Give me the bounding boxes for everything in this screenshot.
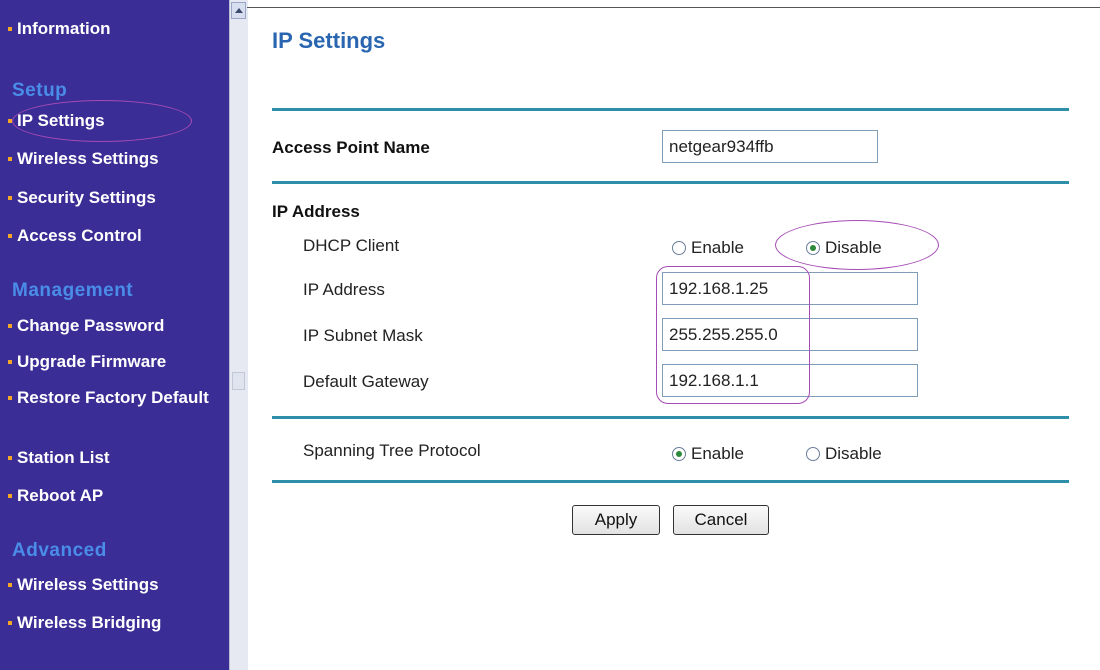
sidebar-item-label: Change Password — [17, 316, 165, 335]
divider — [272, 480, 1069, 483]
radio-label: Enable — [691, 238, 744, 257]
radio-label: Enable — [691, 444, 744, 463]
radio-checked-icon — [806, 241, 820, 255]
subnet-mask-label: IP Subnet Mask — [303, 326, 423, 345]
default-gateway-input[interactable] — [662, 364, 918, 397]
radio-label: Disable — [825, 444, 882, 463]
sidebar-item-label: Access Control — [17, 226, 142, 245]
access-point-name-input[interactable] — [662, 130, 878, 163]
sidebar-item-label: Wireless Settings — [17, 149, 159, 168]
radio-label: Disable — [825, 238, 882, 257]
stp-enable-radio[interactable]: Enable — [672, 444, 744, 464]
page-title: IP Settings — [272, 28, 386, 53]
dhcp-enable-radio[interactable]: Enable — [672, 238, 744, 258]
sidebar-nav: Information Setup IP Settings Wireless S… — [0, 0, 229, 670]
frame-border — [247, 7, 1100, 8]
scrollbar-thumb[interactable] — [232, 372, 245, 390]
stp-disable-radio[interactable]: Disable — [806, 444, 882, 464]
ip-address-label: IP Address — [303, 280, 385, 299]
dhcp-disable-radio[interactable]: Disable — [806, 238, 882, 258]
sidebar-item-label: Reboot AP — [17, 486, 104, 505]
bullet-icon — [8, 583, 12, 587]
apply-button[interactable]: Apply — [572, 505, 660, 535]
access-point-name-label: Access Point Name — [272, 138, 430, 157]
default-gateway-label: Default Gateway — [303, 372, 429, 391]
cancel-button[interactable]: Cancel — [673, 505, 769, 535]
bullet-icon — [8, 234, 12, 238]
bullet-icon — [8, 621, 12, 625]
bullet-icon — [8, 157, 12, 161]
subnet-mask-input[interactable] — [662, 318, 918, 351]
bullet-icon — [8, 324, 12, 328]
radio-unchecked-icon — [672, 241, 686, 255]
sidebar-item-label: Wireless Settings — [17, 575, 159, 594]
bullet-icon — [8, 360, 12, 364]
section-heading-advanced: Advanced — [12, 540, 107, 561]
divider — [272, 181, 1069, 184]
bullet-icon — [8, 196, 12, 200]
bullet-icon — [8, 396, 12, 400]
bullet-icon — [8, 27, 12, 31]
sidebar-item-label: Information — [17, 19, 111, 38]
sidebar-item-label: Station List — [17, 448, 110, 467]
sidebar-item-label: Restore Factory Default — [17, 388, 209, 407]
bullet-icon — [8, 456, 12, 460]
spanning-tree-label: Spanning Tree Protocol — [303, 441, 481, 460]
sidebar-scrollbar[interactable] — [229, 0, 248, 670]
scroll-up-arrow-icon[interactable] — [231, 2, 246, 19]
radio-unchecked-icon — [806, 447, 820, 461]
radio-checked-icon — [672, 447, 686, 461]
sidebar-item-label: IP Settings — [17, 111, 105, 130]
section-heading-management: Management — [12, 280, 134, 301]
ip-address-heading: IP Address — [272, 202, 360, 221]
section-heading-setup: Setup — [12, 80, 68, 101]
divider — [272, 108, 1069, 111]
sidebar-item-label: Security Settings — [17, 188, 156, 207]
bullet-icon — [8, 119, 12, 123]
dhcp-client-label: DHCP Client — [303, 236, 400, 255]
sidebar-item-label: Wireless Bridging — [17, 613, 162, 632]
ip-address-input[interactable] — [662, 272, 918, 305]
sidebar-item-label: Upgrade Firmware — [17, 352, 167, 371]
bullet-icon — [8, 494, 12, 498]
divider — [272, 416, 1069, 419]
